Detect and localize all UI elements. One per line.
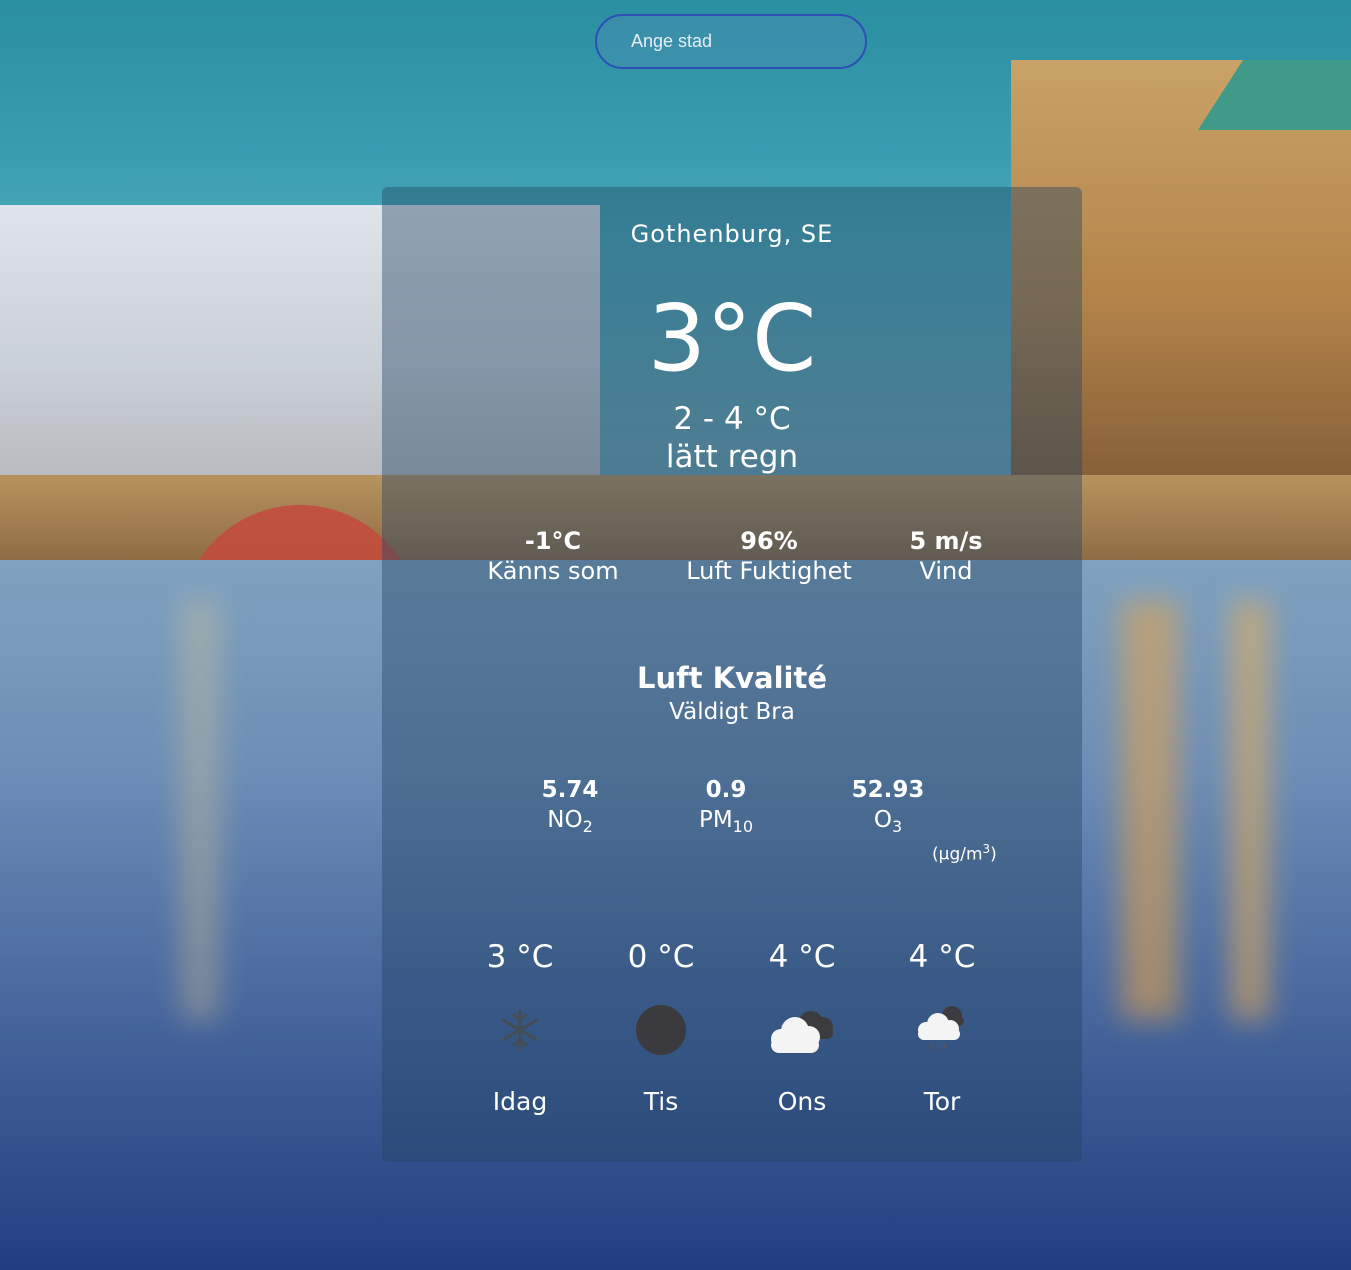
forecast-day: Tis: [643, 1087, 679, 1116]
city-search-input[interactable]: [629, 30, 853, 53]
forecast-day-3: 4 °C Tor: [872, 939, 1012, 1116]
pollutant-value: 5.74: [541, 777, 599, 803]
air-quality-unit: (µg/m3): [932, 842, 997, 865]
cloud-rain-icon: [872, 995, 1012, 1065]
location-label: Gothenburg, SE: [630, 220, 834, 248]
pollutant-label: NO2: [547, 807, 593, 836]
forecast-day: Idag: [492, 1087, 548, 1116]
pollutant-value: 0.9: [705, 777, 747, 803]
forecast-day: Tor: [923, 1087, 961, 1116]
dark-moon-icon: [591, 995, 731, 1065]
current-temperature: 3°C: [647, 285, 817, 392]
cloud-icon: [732, 995, 872, 1065]
wind-label: Vind: [919, 557, 973, 585]
forecast-day: Ons: [777, 1087, 827, 1116]
pollutant-label: O3: [873, 807, 903, 836]
pollutant-pm10: 0.9 PM10: [656, 777, 796, 836]
snowflake-icon: [450, 995, 590, 1065]
forecast-day-0: 3 °C Idag: [450, 939, 590, 1116]
pollutant-no2: 5.74 NO2: [500, 777, 640, 836]
forecast-temp: 3 °C: [486, 939, 554, 975]
city-search-box[interactable]: [595, 14, 867, 69]
pollutant-value: 52.93: [851, 777, 925, 803]
air-quality-status: Väldigt Bra: [669, 699, 795, 725]
forecast-temp: 4 °C: [768, 939, 836, 975]
forecast-temp: 4 °C: [908, 939, 976, 975]
wind-stat: 5 m/s Vind: [836, 527, 1056, 585]
feels-like-stat: -1°C Känns som: [443, 527, 663, 585]
pollutant-label: PM10: [698, 807, 754, 836]
weather-description: lätt regn: [665, 439, 799, 475]
forecast-day-1: 0 °C Tis: [591, 939, 731, 1116]
wind-value: 5 m/s: [909, 527, 983, 555]
pollutant-o3: 52.93 O3: [818, 777, 958, 836]
forecast-day-2: 4 °C Ons: [732, 939, 872, 1116]
weather-card: Gothenburg, SE 3°C 2 - 4 °C lätt regn -1…: [382, 187, 1082, 1162]
weather-stats: -1°C Känns som 96% Luft Fuktighet 5 m/s …: [382, 527, 1082, 597]
feels-like-label: Känns som: [487, 557, 619, 585]
forecast-temp: 0 °C: [627, 939, 695, 975]
air-quality-title: Luft Kvalité: [636, 661, 828, 695]
feels-like-value: -1°C: [524, 527, 582, 555]
temperature-range: 2 - 4 °C: [673, 401, 791, 437]
